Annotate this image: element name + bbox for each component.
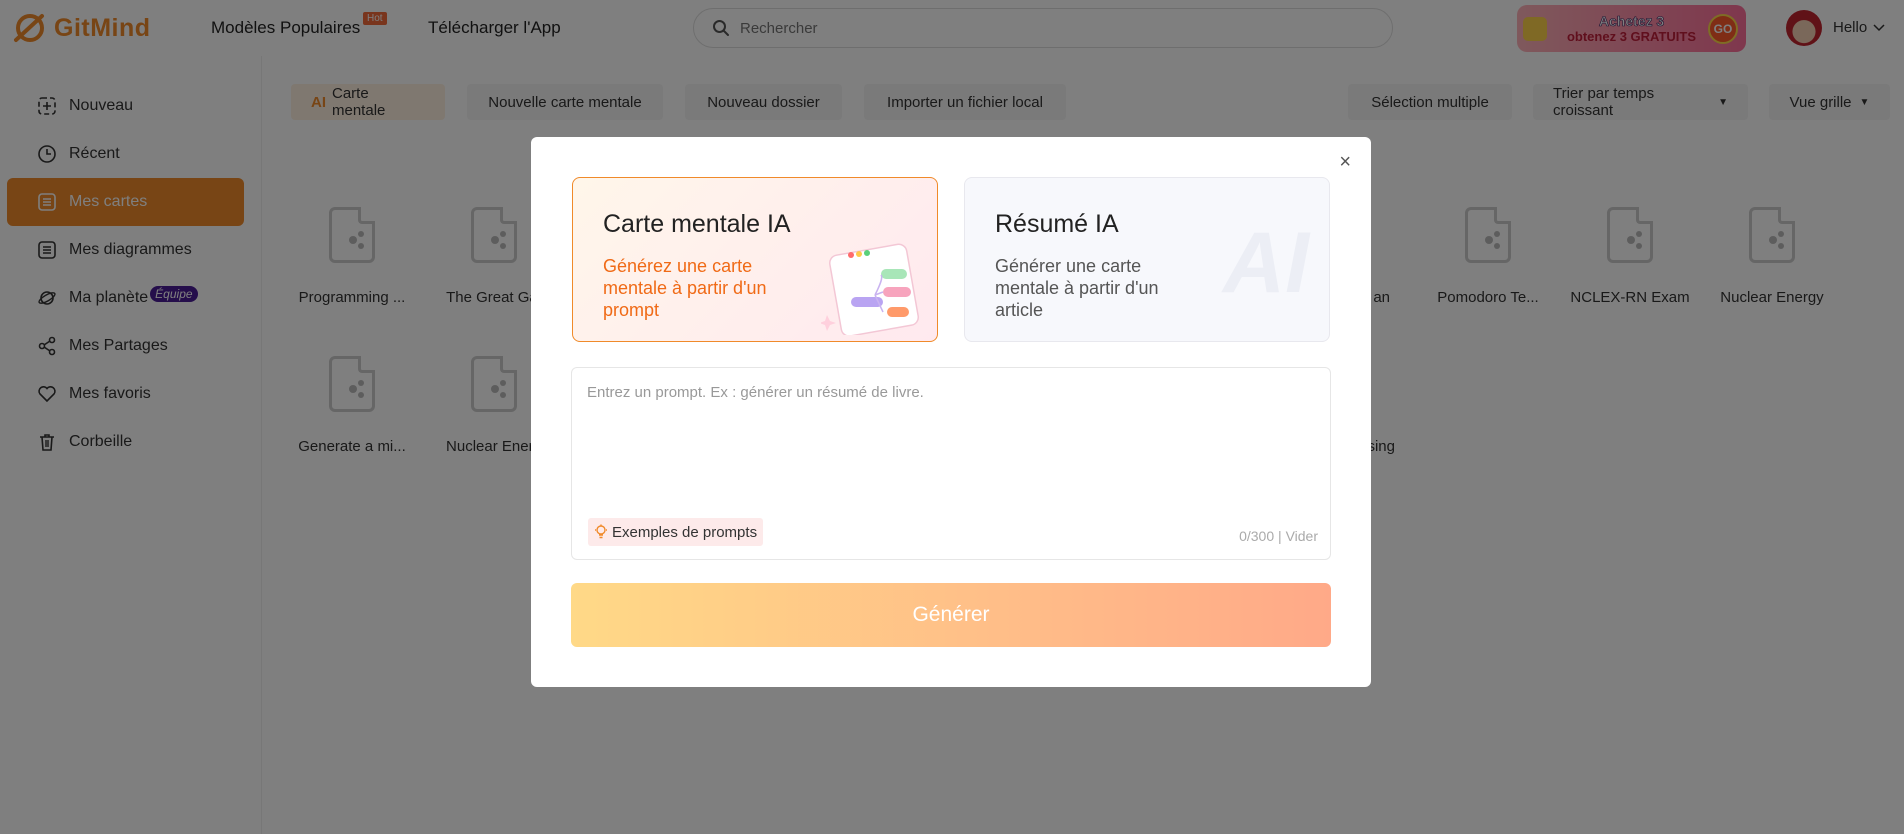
ai-mindmap-modal: × Carte mentale IA Générez une carte men… [531, 137, 1371, 687]
card-description: Générer une carte mentale à partir d'un … [995, 256, 1159, 320]
ai-summary-card[interactable]: AI Résumé IA Générer une carte mentale à… [964, 177, 1330, 342]
prompt-box: Exemples de prompts 0/300 | Vider [571, 367, 1331, 560]
char-count: 0/300 [1239, 528, 1275, 544]
card-title: Résumé IA [995, 210, 1119, 238]
card-description: Générez une carte mentale à partir d'un … [603, 256, 767, 320]
lightbulb-icon [595, 524, 607, 539]
prompt-examples-button[interactable]: Exemples de prompts [588, 518, 764, 546]
counter-separator: | [1278, 528, 1282, 544]
close-icon[interactable]: × [1339, 151, 1351, 174]
char-counter: 0/300 | Vider [1239, 528, 1318, 544]
clear-link[interactable]: Vider [1286, 528, 1318, 544]
mindmap-illustration-icon [821, 243, 920, 335]
ai-mindmap-card[interactable]: Carte mentale IA Générez une carte menta… [572, 177, 938, 342]
generate-button[interactable]: Générer [571, 583, 1331, 647]
prompt-examples-label: Exemples de prompts [612, 523, 758, 541]
prompt-input[interactable] [572, 368, 1330, 508]
